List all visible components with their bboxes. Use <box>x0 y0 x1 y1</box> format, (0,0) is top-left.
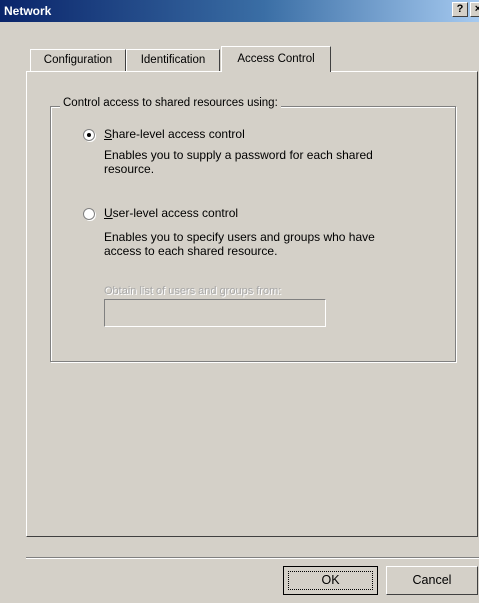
obtain-list-label: Obtain list of users and groups from: <box>104 285 282 297</box>
user-level-description-1: Enables you to specify users and groups … <box>104 230 375 244</box>
tab-identification[interactable]: Identification <box>126 49 220 71</box>
user-level-description-2: access to each shared resource. <box>104 244 278 258</box>
cancel-button[interactable]: Cancel <box>386 566 478 595</box>
user-level-label[interactable]: User-level access control <box>104 206 238 220</box>
radio-selected-dot <box>87 133 91 137</box>
share-level-description-1: Enables you to supply a password for eac… <box>104 148 373 162</box>
title-bar: Network ? × <box>0 0 479 22</box>
share-level-label[interactable]: Share-level access control <box>104 127 245 141</box>
close-button[interactable]: × <box>470 2 479 17</box>
focus-rectangle <box>288 571 373 590</box>
share-level-label-text: hare-level access control <box>112 127 245 141</box>
ok-button[interactable]: OK <box>283 566 378 595</box>
share-level-accelerator: S <box>104 127 113 141</box>
user-level-radio[interactable] <box>83 208 95 220</box>
button-divider <box>26 557 479 559</box>
window-title: Network <box>4 4 52 18</box>
user-level-label-text: ser-level access control <box>112 206 239 220</box>
tab-access-control[interactable]: Access Control <box>221 46 331 72</box>
help-button[interactable]: ? <box>452 2 468 17</box>
share-level-description-2: resource. <box>104 162 155 176</box>
obtain-list-input <box>104 299 326 327</box>
user-level-accelerator: U <box>104 206 113 220</box>
groupbox-legend: Control access to shared resources using… <box>60 97 281 109</box>
share-level-radio[interactable] <box>83 129 95 141</box>
tab-configuration[interactable]: Configuration <box>30 49 126 71</box>
